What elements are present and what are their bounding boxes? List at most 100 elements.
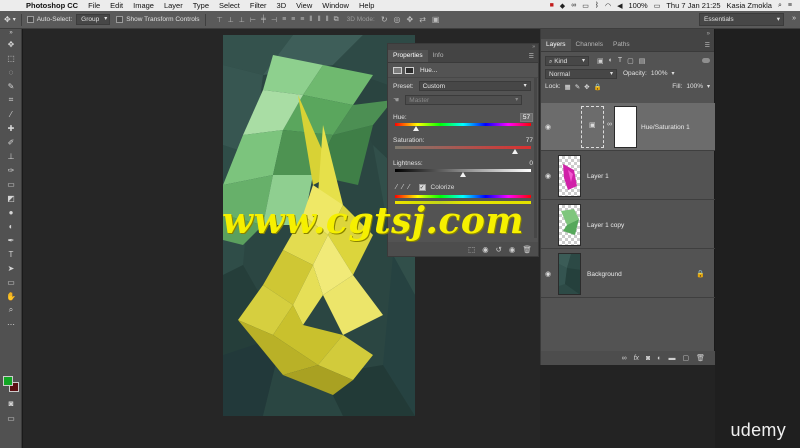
align-left-icon[interactable]: ⊢ xyxy=(250,16,256,24)
eyedropper-tool-icon[interactable]: ⁄ xyxy=(0,107,22,121)
visibility-icon[interactable]: ◉ xyxy=(509,245,516,254)
volume-icon[interactable]: ◀ xyxy=(617,2,622,10)
layer-row-background[interactable]: ◉ Background 🔒 xyxy=(541,250,715,298)
colorize-checkbox[interactable]: ✓ xyxy=(418,184,426,191)
add-mask-icon[interactable]: ◙ xyxy=(646,355,650,362)
lightness-slider-thumb[interactable] xyxy=(460,172,466,177)
3d-rotate-icon[interactable]: ↻ xyxy=(381,15,388,24)
distribute-right-icon[interactable]: ⦀ xyxy=(326,16,329,24)
3d-camera-icon[interactable]: ▣ xyxy=(432,15,440,24)
new-layer-icon[interactable]: ▢ xyxy=(682,354,689,362)
path-selection-tool-icon[interactable]: ➤ xyxy=(0,261,22,275)
adjustment-icon[interactable] xyxy=(393,66,402,74)
fill-value[interactable]: 100% xyxy=(686,83,703,90)
link-layers-icon[interactable]: ∞ xyxy=(622,355,627,362)
menu-help[interactable]: Help xyxy=(359,1,374,10)
record-icon[interactable]: ■ xyxy=(550,2,554,9)
align-top-icon[interactable]: ⊤ xyxy=(217,16,223,24)
3d-slide-icon[interactable]: ⇄ xyxy=(419,15,426,24)
hue-slider[interactable] xyxy=(395,123,531,131)
mask-icon[interactable] xyxy=(405,66,414,74)
filter-shape-icon[interactable]: ▢ xyxy=(627,57,634,65)
filter-toggle[interactable] xyxy=(702,58,710,63)
filter-type-icon[interactable]: T xyxy=(618,57,622,65)
menu-filter[interactable]: Filter xyxy=(250,1,267,10)
lasso-tool-icon[interactable]: ◌ xyxy=(0,65,22,79)
visibility-eye-icon[interactable]: ◉ xyxy=(541,172,555,180)
targeted-adjust-hand-icon[interactable]: ☚ xyxy=(393,96,399,104)
screen-mode-icon[interactable]: ▭ xyxy=(0,411,22,425)
saturation-value[interactable]: 77 xyxy=(517,137,533,144)
align-vcenter-icon[interactable]: ⊥ xyxy=(228,16,234,24)
layer-name[interactable]: Background xyxy=(587,271,622,278)
panel-collapse-icon[interactable]: » xyxy=(0,29,22,37)
layer-row-layer1-copy[interactable]: ◉ Layer 1 copy xyxy=(541,201,715,249)
layer-name[interactable]: Layer 1 copy xyxy=(587,222,624,229)
visibility-eye-icon[interactable]: ◉ xyxy=(541,123,555,131)
fill-chevron-icon[interactable]: ▾ xyxy=(707,83,710,90)
align-bottom-icon[interactable]: ⊥ xyxy=(239,16,245,24)
distribute-top-icon[interactable]: ≡ xyxy=(282,16,286,24)
tab-channels[interactable]: Channels xyxy=(571,39,608,51)
dodge-tool-icon[interactable]: ◐ xyxy=(0,219,22,233)
layer-row-layer1[interactable]: ◉ Layer 1 xyxy=(541,152,715,200)
menu-select[interactable]: Select xyxy=(219,1,240,10)
layer-row-hue-saturation[interactable]: ◉ ▣ ∞ Hue/Saturation 1 xyxy=(541,103,715,151)
lightness-value[interactable]: 0 xyxy=(517,160,533,167)
creative-cloud-icon[interactable]: ∞ xyxy=(571,2,576,9)
lock-position-icon[interactable]: ✥ xyxy=(584,83,589,91)
pen-tool-icon[interactable]: ✒ xyxy=(0,233,22,247)
distribute-hcenter-icon[interactable]: ⦀ xyxy=(317,16,320,24)
tab-layers[interactable]: Layers xyxy=(541,39,571,51)
opacity-value[interactable]: 100% xyxy=(651,70,668,77)
brush-tool-icon[interactable]: ✐ xyxy=(0,135,22,149)
channel-dropdown[interactable]: Master xyxy=(405,95,523,105)
filter-adjustment-icon[interactable]: ◐ xyxy=(609,57,613,65)
filter-kind-dropdown[interactable]: ⌕ Kind xyxy=(545,55,589,66)
workspace-switcher[interactable]: Essentials xyxy=(699,13,784,26)
delete-layer-icon[interactable]: 🗑 xyxy=(696,354,705,362)
distribute-left-icon[interactable]: ⦀ xyxy=(309,16,312,24)
lock-all-icon[interactable]: 🔒 xyxy=(594,83,602,91)
hue-slider-thumb[interactable] xyxy=(413,126,420,131)
menu-type[interactable]: Type xyxy=(193,1,209,10)
eyedropper-minus-icon[interactable]: ⁄ xyxy=(408,184,409,191)
view-previous-icon[interactable]: ◉ xyxy=(482,245,489,254)
app-menu[interactable]: Photoshop CC xyxy=(26,1,78,10)
align-right-icon[interactable]: ⊣ xyxy=(271,16,277,24)
panel-scrollbar[interactable] xyxy=(534,78,537,238)
more-tools-icon[interactable]: ⋯ xyxy=(0,317,22,331)
expand-panels-icon[interactable]: » xyxy=(792,15,796,22)
lock-icon[interactable]: 🔒 xyxy=(696,270,705,278)
healing-brush-tool-icon[interactable]: ✚ xyxy=(0,121,22,135)
clone-stamp-tool-icon[interactable]: ⊥ xyxy=(0,149,22,163)
auto-select-dropdown[interactable]: Group xyxy=(76,14,111,25)
blend-mode-dropdown[interactable]: Normal xyxy=(545,68,617,79)
dropbox-icon[interactable]: ◆ xyxy=(560,2,565,10)
filter-smartobject-icon[interactable]: ▤ xyxy=(639,57,646,65)
eyedropper-plus-icon[interactable]: ⁄ xyxy=(402,184,403,191)
tool-preset-chevron-icon[interactable]: ▾ xyxy=(13,16,16,23)
foreground-color-swatch[interactable] xyxy=(3,376,13,386)
align-hcenter-icon[interactable]: ╪ xyxy=(261,16,266,24)
visibility-eye-icon[interactable]: ◉ xyxy=(541,270,555,278)
wifi-icon[interactable]: ◠ xyxy=(605,2,611,10)
preset-dropdown[interactable]: Custom xyxy=(418,81,531,91)
menu-image[interactable]: Image xyxy=(133,1,154,10)
new-group-icon[interactable]: ▬ xyxy=(668,355,675,362)
move-tool-icon[interactable]: ✥ xyxy=(0,37,22,51)
menu-file[interactable]: File xyxy=(88,1,100,10)
3d-roll-icon[interactable]: ◎ xyxy=(394,15,401,24)
opacity-chevron-icon[interactable]: ▾ xyxy=(671,70,674,77)
auto-select-checkbox[interactable] xyxy=(26,16,34,23)
tab-info[interactable]: Info xyxy=(428,50,449,62)
paint-bucket-tool-icon[interactable]: ◩ xyxy=(0,191,22,205)
quick-mask-icon[interactable]: ◙ xyxy=(0,396,22,410)
bluetooth-icon[interactable]: ᛒ xyxy=(595,2,599,9)
marquee-tool-icon[interactable]: ⬚ xyxy=(0,51,22,65)
search-icon[interactable]: ⌕ xyxy=(778,2,782,10)
menu-edit[interactable]: Edit xyxy=(110,1,123,10)
eraser-tool-icon[interactable]: ▭ xyxy=(0,177,22,191)
layer-name[interactable]: Layer 1 xyxy=(587,173,609,180)
layer-mask-thumb[interactable] xyxy=(614,106,637,148)
